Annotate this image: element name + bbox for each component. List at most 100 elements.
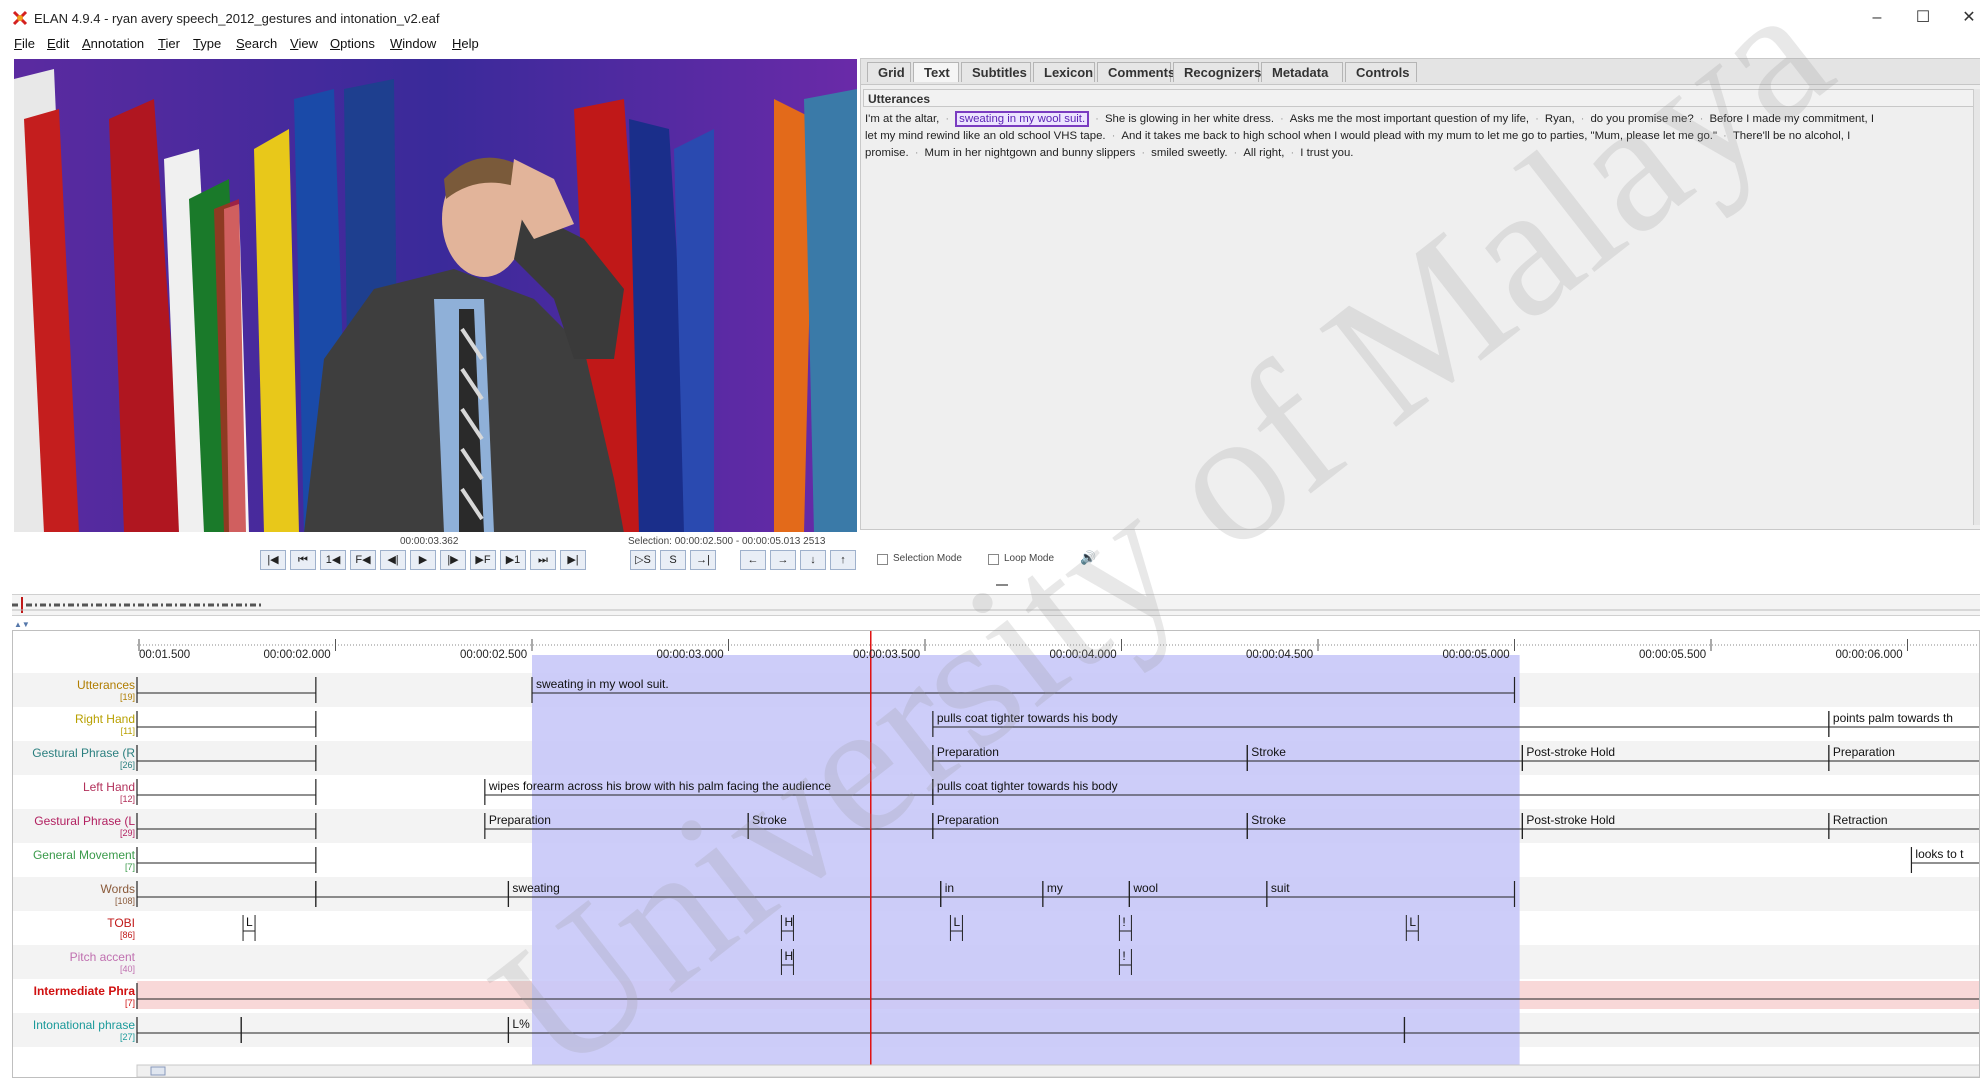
annotation-text[interactable]: promise.	[865, 147, 909, 159]
point-annotation-label[interactable]: L	[953, 915, 960, 929]
annotation-text[interactable]: She is glowing in her white dress.	[1105, 113, 1274, 125]
annotation-text[interactable]: smiled sweetly.	[1151, 147, 1227, 159]
point-annotation-label[interactable]: L	[1409, 915, 1416, 929]
annotation-text[interactable]: do you promise me?	[1590, 113, 1693, 125]
annotation-label[interactable]: my	[1047, 881, 1063, 895]
tier-label[interactable]: Words	[13, 883, 135, 896]
annotation-label[interactable]: Post-stroke Hold	[1526, 745, 1615, 759]
annotation-label[interactable]: wipes forearm across his brow with his p…	[489, 779, 831, 793]
tier-label[interactable]: General Movement	[13, 849, 135, 862]
annotation-timeline[interactable]: 00:01.500 00:00:02.000 00:00:02.500 00:00:0…	[12, 630, 1980, 1078]
playback-button-0[interactable]: |◀	[260, 550, 286, 570]
annotation-label[interactable]: L%	[512, 1017, 529, 1031]
annotation-label[interactable]: Preparation	[489, 813, 551, 827]
annotation-label[interactable]: wool	[1133, 881, 1158, 895]
selection-mode-checkbox[interactable]	[877, 554, 888, 565]
annotation-text[interactable]: let my mind rewind like an old school VH…	[865, 130, 1106, 142]
annotation-label[interactable]: Preparation	[937, 745, 999, 759]
annotation-text[interactable]: All right,	[1243, 147, 1284, 159]
menu-view[interactable]: View	[290, 36, 318, 51]
annotation-label[interactable]: Preparation	[1833, 745, 1895, 759]
playback-button-10[interactable]: ▶|	[560, 550, 586, 570]
timeline-overview[interactable]	[12, 594, 1980, 616]
annotation-text[interactable]: I trust you.	[1300, 147, 1353, 159]
annotation-label[interactable]: Preparation	[937, 813, 999, 827]
point-annotation-label[interactable]: !	[1122, 915, 1125, 929]
tier-label[interactable]: TOBI	[13, 917, 135, 930]
annotation-label[interactable]: Stroke	[1251, 813, 1286, 827]
annotation-label[interactable]: Retraction	[1833, 813, 1888, 827]
selection-button-0[interactable]: ▷S	[630, 550, 656, 570]
tab-text[interactable]: Text	[913, 62, 959, 82]
annotation-label[interactable]: Stroke	[1251, 745, 1286, 759]
tier-label[interactable]: Left Hand	[13, 781, 135, 794]
annotation-text[interactable]: Mum in her nightgown and bunny slippers	[924, 147, 1135, 159]
menu-edit[interactable]: Edit	[47, 36, 69, 51]
panel-divider-handle[interactable]	[996, 584, 1008, 586]
playback-button-9[interactable]: ⏭	[530, 550, 556, 570]
annotation-label[interactable]: Stroke	[752, 813, 787, 827]
annotation-label[interactable]: points palm towards th	[1833, 711, 1953, 725]
tab-subtitles[interactable]: Subtitles	[961, 62, 1031, 82]
playback-button-2[interactable]: 1◀	[320, 550, 346, 570]
annotation-text[interactable]: And it takes me back to high school when…	[1121, 130, 1717, 142]
menu-window[interactable]: Window	[390, 36, 436, 51]
video-player[interactable]	[14, 59, 857, 533]
tier-label[interactable]: Utterances	[13, 679, 135, 692]
highlighted-annotation[interactable]: sweating in my wool suit.	[955, 111, 1090, 127]
navigation-button-3[interactable]: ↑	[830, 550, 856, 570]
tier-label[interactable]: Intonational phrase	[13, 1019, 135, 1032]
playback-button-8[interactable]: ▶1	[500, 550, 526, 570]
annotation-text[interactable]: Ryan,	[1545, 113, 1575, 125]
zoom-arrows[interactable]: ▲▼	[14, 620, 30, 629]
volume-icon[interactable]: 🔊	[1080, 550, 1096, 566]
text-viewer-tier-header[interactable]: Utterances	[863, 89, 1975, 107]
tier-label[interactable]: Right Hand	[13, 713, 135, 726]
point-annotation-label[interactable]: H	[784, 949, 793, 963]
playback-button-6[interactable]: |▶	[440, 550, 466, 570]
navigation-button-1[interactable]: →	[770, 550, 796, 570]
menu-tier[interactable]: Tier	[158, 36, 180, 51]
tab-comments[interactable]: Comments	[1097, 62, 1175, 82]
playback-button-3[interactable]: F◀	[350, 550, 376, 570]
menu-search[interactable]: Search	[236, 36, 277, 51]
tab-metadata[interactable]: Metadata	[1261, 62, 1343, 82]
text-viewer-scrollbar[interactable]	[1973, 89, 1980, 525]
point-annotation-label[interactable]: !	[1122, 949, 1125, 963]
annotation-label[interactable]: pulls coat tighter towards his body	[937, 779, 1118, 793]
menu-help[interactable]: Help	[452, 36, 479, 51]
navigation-button-2[interactable]: ↓	[800, 550, 826, 570]
tab-lexicon[interactable]: Lexicon	[1033, 62, 1095, 82]
restore-button[interactable]: ☐	[1904, 6, 1942, 30]
playback-button-4[interactable]: ◀|	[380, 550, 406, 570]
annotation-label[interactable]: sweating in my wool suit.	[536, 677, 669, 691]
menu-type[interactable]: Type	[193, 36, 221, 51]
selection-button-1[interactable]: S	[660, 550, 686, 570]
annotation-label[interactable]: in	[945, 881, 954, 895]
playback-button-1[interactable]: ⏮	[290, 550, 316, 570]
annotation-label[interactable]: Post-stroke Hold	[1526, 813, 1615, 827]
menu-options[interactable]: Options	[330, 36, 375, 51]
tier-label[interactable]: Pitch accent	[13, 951, 135, 964]
tab-recognizers[interactable]: Recognizers	[1173, 62, 1261, 82]
tier-label[interactable]: Gestural Phrase (R	[13, 747, 135, 760]
annotation-text[interactable]: Asks me the most important question of m…	[1290, 113, 1529, 125]
navigation-button-0[interactable]: ←	[740, 550, 766, 570]
selection-button-2[interactable]: →|	[690, 550, 716, 570]
menu-file[interactable]: File	[14, 36, 35, 51]
point-annotation-label[interactable]: L	[246, 915, 253, 929]
tier-label[interactable]: Gestural Phrase (L	[13, 815, 135, 828]
playback-button-5[interactable]: ▶	[410, 550, 436, 570]
annotation-label[interactable]: pulls coat tighter towards his body	[937, 711, 1118, 725]
point-annotation-label[interactable]: H	[784, 915, 793, 929]
annotation-label[interactable]: suit	[1271, 881, 1290, 895]
annotation-label[interactable]: looks to t	[1915, 847, 1963, 861]
annotation-text[interactable]: Before I made my commitment, I	[1709, 113, 1874, 125]
tab-controls[interactable]: Controls	[1345, 62, 1417, 82]
annotation-text[interactable]: There'll be no alcohol, I	[1733, 130, 1850, 142]
playback-button-7[interactable]: ▶F	[470, 550, 496, 570]
tier-label[interactable]: Intermediate Phra	[13, 985, 135, 998]
loop-mode-checkbox[interactable]	[988, 554, 999, 565]
annotation-label[interactable]: sweating	[512, 881, 559, 895]
close-button[interactable]: ✕	[1950, 6, 1980, 30]
